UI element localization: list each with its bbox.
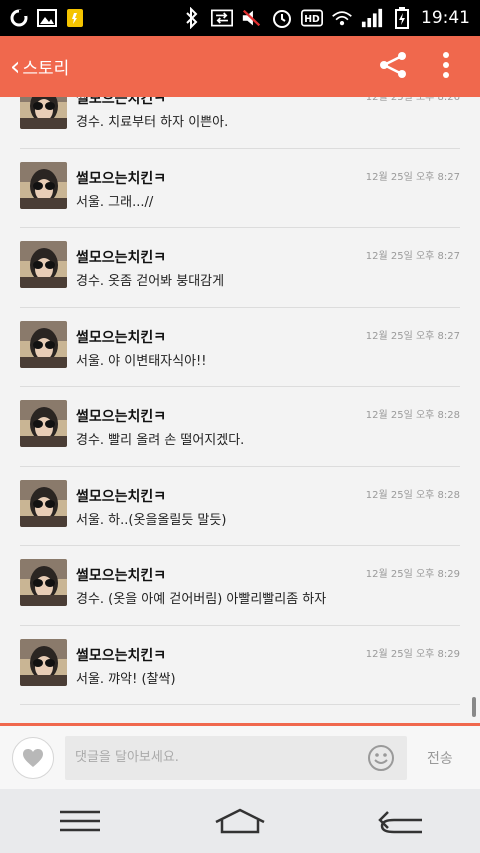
comment-item[interactable]: 썰모으는치킨ㅋ 12월 25일 오후 8:29 서울. 꺄악! (찰싹) [20,626,460,705]
status-bar: HD 19:41 [0,0,480,36]
scrollbar[interactable] [472,697,476,717]
comment-item[interactable]: 썰모으는치킨ㅋ 12월 25일 오후 8:29 경수. (옷을 아예 걷어버림)… [20,546,460,626]
battery-icon [391,7,413,29]
comment-text: 서울. 하..(옷을올릴듯 말듯) [76,512,227,528]
send-button[interactable]: 전송 [427,748,453,768]
avatar[interactable] [20,559,67,606]
bluetooth-icon [181,7,203,29]
hd-icon: HD [301,7,323,29]
share-icon[interactable] [378,50,408,84]
avatar[interactable] [20,479,67,527]
comment-text: 서울. 야 이변태자식아!! [76,353,207,369]
comment-list[interactable]: 썰모으는치킨ㅋ 12월 25일 오후 8:26 경수. 치료부터 하자 이쁜아.… [0,97,480,723]
avatar[interactable] [20,161,67,209]
comment-time: 12월 25일 오후 8:27 [365,171,460,183]
comment-author[interactable]: 썰모으는치킨ㅋ [76,97,166,108]
avatar[interactable] [20,241,67,288]
mute-icon [241,7,263,29]
comment-item[interactable]: 썰모으는치킨ㅋ 12월 25일 오후 8:28 서울. 하..(옷을올릴듯 말듯… [20,467,460,546]
gallery-icon [36,7,58,29]
comment-text: 경수. 옷좀 걷어봐 붕대감게 [76,274,225,289]
wifi-icon [331,7,353,29]
app-bar: ‹ 스토리 [0,36,480,97]
heart-icon[interactable] [12,736,54,779]
smiley-icon[interactable] [367,744,395,776]
avatar[interactable] [20,638,67,686]
comment-time: 12월 25일 오후 8:29 [365,569,460,580]
comment-item[interactable]: 썰모으는치킨ㅋ 12월 25일 오후 8:26 경수. 치료부터 하자 이쁜아. [20,97,460,149]
comment-author[interactable]: 썰모으는치킨ㅋ [76,247,166,267]
comment-time: 12월 25일 오후 8:28 [365,489,460,501]
comment-compose-bar: 전송 [0,723,480,789]
comment-time: 12월 25일 오후 8:29 [365,648,460,660]
comment-author[interactable]: 썰모으는치킨ㅋ [76,327,166,347]
chevron-left-icon: ‹ [10,51,21,82]
comment-text: 경수. (옷을 아예 걷어버림) 아빨리빨리좀 하자 [76,592,327,607]
comment-item[interactable]: 썰모으는치킨ㅋ 12월 25일 오후 8:28 경수. 빨리 올려 손 떨어지겠… [20,387,460,467]
avatar[interactable] [20,97,67,129]
comment-text: 경수. 치료부터 하자 이쁜아. [76,115,229,130]
comment-time: 12월 25일 오후 8:26 [365,97,460,103]
comment-author[interactable]: 썰모으는치킨ㅋ [76,645,166,665]
avatar[interactable] [20,400,67,447]
comment-item[interactable]: 썰모으는치킨ㅋ 12월 25일 오후 8:27 서울. 야 이변태자식아!! [20,308,460,387]
back-button[interactable]: ‹ 스토리 [0,36,69,97]
svg-text:HD: HD [304,14,320,25]
comment-item[interactable]: 썰모으는치킨ㅋ 12월 25일 오후 8:27 경수. 옷좀 걷어봐 붕대감게 [20,228,460,308]
comment-author[interactable]: 썰모으는치킨ㅋ [76,168,166,188]
status-time: 19:41 [421,8,470,28]
signal-icon [361,7,383,29]
alarm-icon [271,7,293,29]
system-nav-bar [0,789,480,853]
comment-time: 12월 25일 오후 8:28 [365,410,460,421]
more-vert-icon[interactable] [442,51,450,83]
avatar[interactable] [20,320,67,368]
comment-input[interactable] [65,750,407,765]
comment-author[interactable]: 썰모으는치킨ㅋ [76,486,166,506]
comment-text: 경수. 빨리 올려 손 떨어지겠다. [76,433,245,448]
back-arrow-icon[interactable] [360,796,440,846]
home-icon[interactable] [200,796,280,846]
comment-time: 12월 25일 오후 8:27 [365,330,460,342]
comment-text: 서울. 그래...// [76,194,154,210]
hamburger-menu-icon[interactable] [40,796,120,846]
comment-text: 서울. 꺄악! (찰싹) [76,671,176,687]
comment-item[interactable]: 썰모으는치킨ㅋ 12월 25일 오후 8:27 서울. 그래...// [20,149,460,228]
comment-author[interactable]: 썰모으는치킨ㅋ [76,565,166,585]
page-title: 스토리 [22,59,70,78]
app-o-icon [8,7,30,29]
notification-icon [64,7,86,29]
comment-author[interactable]: 썰모으는치킨ㅋ [76,406,166,426]
comment-time: 12월 25일 오후 8:27 [365,251,460,262]
comment-input-wrapper [65,735,407,780]
data-transfer-icon [211,7,233,29]
